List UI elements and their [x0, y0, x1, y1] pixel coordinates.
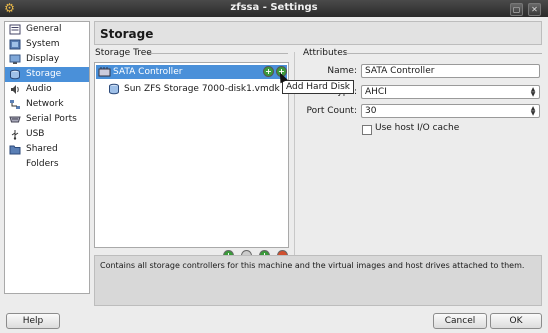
display-icon [9, 54, 21, 64]
sidebar-item-audio[interactable]: Audio [5, 82, 89, 97]
sidebar-item-label: Shared Folders [26, 144, 59, 169]
title-bar: ⚙ zfssa - Settings ▢ ✕ [0, 0, 548, 17]
divider [148, 53, 288, 54]
info-panel: Contains all storage controllers for thi… [94, 255, 542, 306]
storage-icon [10, 69, 20, 80]
sidebar-item-serial-ports[interactable]: Serial Ports [5, 112, 89, 127]
spin-arrows-icon[interactable]: ▲ ▼ [529, 106, 537, 117]
type-select[interactable]: AHCI ▲ ▼ [361, 85, 540, 99]
sidebar-item-label: General [26, 24, 62, 34]
sidebar-item-storage[interactable]: Storage [5, 67, 89, 82]
storage-tree[interactable]: SATA Controller + + Sun ZFS Storage 7000… [94, 62, 289, 248]
chevron-up-down-icon: ▲ ▼ [530, 86, 536, 98]
network-icon [10, 100, 20, 109]
sidebar-item-display[interactable]: Display [5, 52, 89, 67]
general-icon [9, 24, 21, 35]
ok-button[interactable]: OK [490, 313, 542, 329]
name-field[interactable]: SATA Controller [361, 64, 540, 78]
tooltip: Add Hard Disk [282, 80, 355, 94]
port-count-spinbox[interactable]: 30 ▲ ▼ [361, 104, 540, 118]
sidebar-item-shared-folders[interactable]: Shared Folders [5, 142, 89, 169]
attributes-label: Attributes [303, 48, 348, 58]
tree-item-label: SATA Controller [113, 67, 183, 77]
type-value: AHCI [365, 87, 387, 97]
settings-sidebar: General System Display Storage Audio Net… [4, 21, 90, 294]
sata-controller-icon [98, 67, 111, 77]
cancel-button[interactable]: Cancel [433, 313, 487, 329]
storage-tree-label: Storage Tree [95, 48, 152, 58]
page-title: Storage [94, 21, 542, 45]
port-count-label: Port Count: [306, 106, 357, 116]
help-button[interactable]: Help [6, 313, 60, 329]
name-label: Name: [327, 66, 357, 76]
divider [344, 53, 542, 54]
settings-window: General System Display Storage Audio Net… [0, 17, 548, 333]
help-button-label: Help [22, 316, 44, 326]
info-text: Contains all storage controllers for thi… [100, 261, 525, 270]
sidebar-item-system[interactable]: System [5, 37, 89, 52]
ok-button-label: OK [509, 316, 523, 326]
sidebar-item-label: Serial Ports [26, 114, 77, 124]
system-icon [9, 39, 21, 50]
sidebar-item-label: Display [26, 54, 60, 64]
window-title: zfssa - Settings [230, 2, 318, 13]
sidebar-item-general[interactable]: General [5, 22, 89, 37]
shared-folders-icon [9, 145, 21, 155]
hard-disk-icon [109, 83, 119, 95]
sidebar-item-label: Network [26, 99, 64, 109]
host-io-cache-label[interactable]: Use host I/O cache [375, 123, 459, 133]
sidebar-item-label: System [26, 39, 60, 49]
sidebar-item-usb[interactable]: USB [5, 127, 89, 142]
add-optical-drive-button[interactable]: + [263, 66, 274, 77]
sidebar-item-network[interactable]: Network [5, 97, 89, 112]
sidebar-item-label: Audio [26, 84, 52, 94]
cancel-button-label: Cancel [444, 316, 476, 326]
sidebar-item-label: Storage [26, 69, 62, 79]
sidebar-item-label: USB [26, 129, 45, 139]
maximize-icon[interactable]: ▢ [510, 3, 523, 16]
close-icon[interactable]: ✕ [528, 3, 541, 16]
usb-icon [11, 130, 19, 140]
audio-icon [11, 85, 19, 94]
serial-ports-icon [9, 116, 21, 123]
port-count-value: 30 [365, 106, 377, 116]
tree-item-sata-controller[interactable]: SATA Controller + + [96, 65, 287, 79]
tree-item-label: Sun ZFS Storage 7000-disk1.vmdk [124, 84, 280, 94]
host-io-cache-checkbox[interactable] [362, 125, 372, 135]
